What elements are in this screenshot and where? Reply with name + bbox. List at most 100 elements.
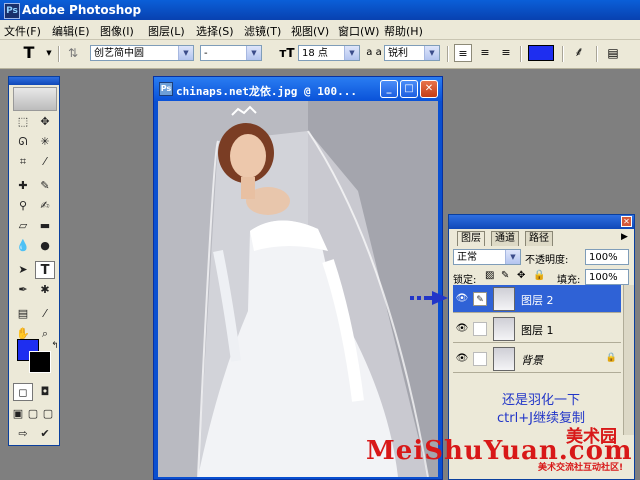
fill-input[interactable]: 100%: [585, 269, 629, 285]
palettes-toggle-icon[interactable]: ▤: [604, 44, 622, 62]
font-style-select[interactable]: - ▼: [200, 45, 262, 61]
close-button[interactable]: ✕: [420, 80, 438, 98]
font-size-select[interactable]: 18 点 ▼: [298, 45, 360, 61]
anti-alias-value: 锐利: [388, 48, 408, 59]
blur-tool-icon[interactable]: 💧: [13, 237, 33, 255]
font-family-value: 创艺简中圆: [94, 48, 144, 59]
layer-row-layer-1[interactable]: 👁 图层 1: [453, 315, 621, 343]
magic-wand-tool-icon[interactable]: ✳: [35, 133, 55, 151]
warp-text-icon[interactable]: ⸙: [570, 44, 588, 62]
menu-filter[interactable]: 滤镜(T): [244, 23, 281, 39]
path-selection-tool-icon[interactable]: ➤: [13, 261, 33, 279]
history-brush-tool-icon[interactable]: ✍: [35, 197, 55, 215]
toolbox-header[interactable]: [9, 77, 59, 85]
anti-alias-select[interactable]: 锐利 ▼: [384, 45, 440, 61]
custom-shape-tool-icon[interactable]: ✱: [35, 281, 55, 299]
slice-tool-icon[interactable]: ⁄: [35, 153, 55, 171]
brush-link-icon[interactable]: ✎: [473, 292, 487, 306]
layer-thumbnail: [493, 317, 515, 341]
lock-image-icon[interactable]: ✎: [501, 270, 509, 281]
menu-select[interactable]: 选择(S): [196, 23, 234, 39]
quick-mask-mode-icon[interactable]: ◘: [35, 383, 55, 401]
visibility-eye-icon[interactable]: 👁: [455, 323, 469, 335]
type-tool-icon[interactable]: T: [35, 261, 55, 279]
align-right-icon[interactable]: ≡: [497, 44, 515, 62]
layer-name: 图层 2: [521, 294, 554, 307]
menu-bar: 文件(F) 编辑(E) 图像(I) 图层(L) 选择(S) 滤镜(T) 视图(V…: [0, 20, 640, 40]
eyedropper-tool-icon[interactable]: ⁄: [35, 305, 55, 323]
standard-mode-icon[interactable]: ◻: [13, 383, 33, 401]
menu-view[interactable]: 视图(V): [291, 23, 329, 39]
visibility-eye-icon[interactable]: 👁: [455, 353, 469, 365]
lock-label: 锁定:: [453, 275, 477, 286]
screen-mode-standard-icon[interactable]: ▣: [11, 405, 25, 423]
align-center-icon[interactable]: ≡: [476, 44, 494, 62]
blend-mode-select[interactable]: 正常 ▼: [453, 249, 521, 265]
chevron-down-icon: ▼: [424, 46, 439, 60]
opacity-input[interactable]: 100%: [585, 249, 629, 265]
layer-row-background[interactable]: 👁 背景 🔒: [453, 345, 621, 373]
brush-tool-icon[interactable]: ✎: [35, 177, 55, 195]
tab-paths[interactable]: 路径: [525, 231, 553, 246]
maximize-button[interactable]: □: [400, 80, 418, 98]
lasso-tool-icon[interactable]: ᘏ: [13, 133, 33, 151]
font-family-select[interactable]: 创艺简中圆 ▼: [90, 45, 194, 61]
text-color-swatch[interactable]: [528, 45, 554, 61]
tab-layers[interactable]: 图层: [457, 231, 485, 246]
menu-layer[interactable]: 图层(L): [148, 23, 185, 39]
layer-name: 图层 1: [521, 324, 554, 337]
tab-channels[interactable]: 通道: [491, 231, 519, 246]
notes-tool-icon[interactable]: ▤: [13, 305, 33, 323]
move-tool-icon[interactable]: ✥: [35, 113, 55, 131]
chevron-down-icon: ▼: [246, 46, 261, 60]
marquee-tool-icon[interactable]: ⬚: [13, 113, 33, 131]
menu-help[interactable]: 帮助(H): [384, 23, 423, 39]
lock-position-icon[interactable]: ✥: [517, 270, 525, 281]
layers-panel-header[interactable]: ✕: [449, 215, 634, 229]
gradient-tool-icon[interactable]: ▬: [35, 217, 55, 235]
menu-edit[interactable]: 编辑(E): [52, 23, 90, 39]
separator: [562, 46, 564, 62]
clone-stamp-tool-icon[interactable]: ⚲: [13, 197, 33, 215]
lock-all-icon[interactable]: 🔒: [533, 270, 545, 281]
pen-tool-icon[interactable]: ✒: [13, 281, 33, 299]
edit-in-imageready-icon[interactable]: ✔: [35, 425, 55, 443]
document-title-bar[interactable]: Ps chinaps.net龙依.jpg @ 100... _ □ ✕: [154, 77, 442, 101]
document-title: chinaps.net龙依.jpg @ 100...: [176, 85, 357, 98]
document-icon: Ps: [159, 82, 173, 96]
screen-mode-full-icon[interactable]: ▢: [41, 405, 55, 423]
link-slot-icon[interactable]: [473, 322, 487, 336]
minimize-button[interactable]: _: [380, 80, 398, 98]
healing-brush-tool-icon[interactable]: ✚: [13, 177, 33, 195]
layer-row-layer-2[interactable]: 👁 ✎ 图层 2: [453, 285, 621, 313]
image-canvas[interactable]: [158, 101, 438, 477]
menu-image[interactable]: 图像(I): [100, 23, 134, 39]
note-line-1: 还是羽化一下: [501, 393, 580, 408]
text-orientation-icon[interactable]: ⇅: [64, 44, 82, 62]
link-slot-icon[interactable]: [473, 352, 487, 366]
text-tool-preset-button[interactable]: T: [16, 44, 42, 62]
chevron-down-icon: ▼: [505, 250, 520, 264]
watermark-subtitle: 美术交流社互动社区!: [538, 463, 624, 473]
lock-transparency-icon[interactable]: ▨: [485, 270, 494, 281]
photoshop-logo-icon: Ps: [4, 3, 20, 19]
screen-mode-full-menu-icon[interactable]: ▢: [26, 405, 40, 423]
document-window: Ps chinaps.net龙依.jpg @ 100... _ □ ✕: [153, 76, 443, 480]
jump-to-imageready-icon[interactable]: ⇨: [13, 425, 33, 443]
opacity-label: 不透明度:: [525, 255, 569, 266]
menu-file[interactable]: 文件(F): [4, 23, 41, 39]
close-icon[interactable]: ✕: [621, 216, 632, 227]
opacity-value: 100%: [589, 252, 618, 263]
align-left-icon[interactable]: ≡: [454, 44, 472, 62]
visibility-eye-icon[interactable]: 👁: [455, 293, 469, 305]
eraser-tool-icon[interactable]: ▱: [13, 217, 33, 235]
preset-dropdown-icon[interactable]: ▼: [44, 44, 54, 62]
toolbox-feather-logo[interactable]: [13, 87, 57, 111]
dodge-tool-icon[interactable]: ●: [35, 237, 55, 255]
crop-tool-icon[interactable]: ⌗: [13, 153, 33, 171]
panel-menu-icon[interactable]: ▶: [621, 232, 628, 242]
chevron-down-icon: ▼: [344, 46, 359, 60]
background-color-swatch[interactable]: [29, 351, 51, 373]
menu-window[interactable]: 窗口(W): [338, 23, 379, 39]
separator: [596, 46, 598, 62]
